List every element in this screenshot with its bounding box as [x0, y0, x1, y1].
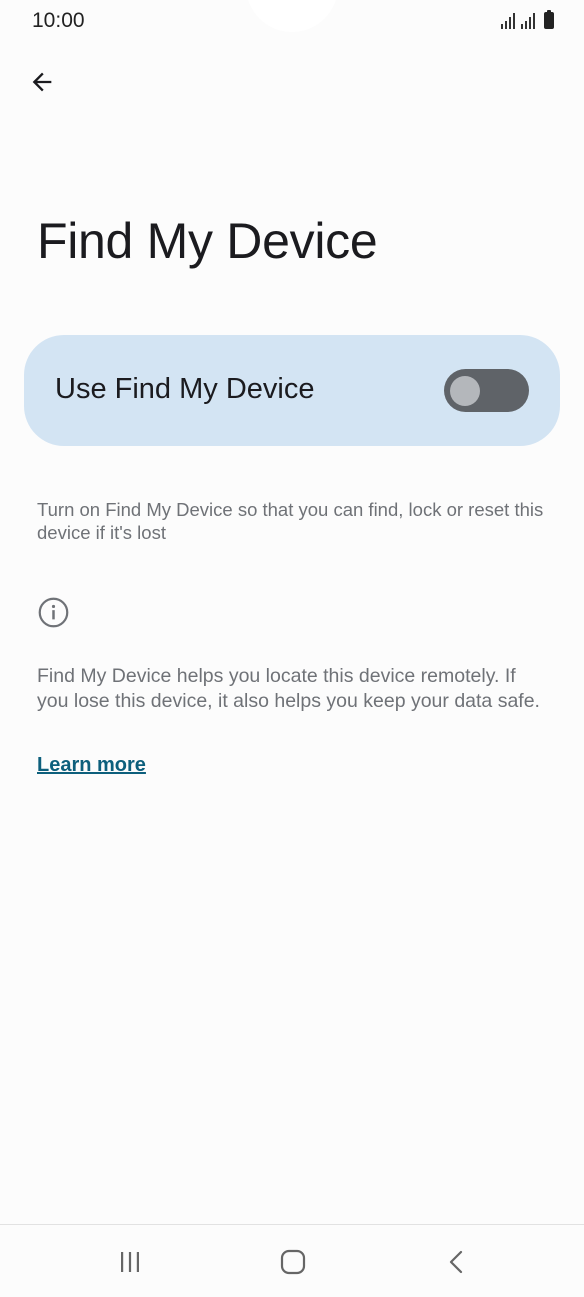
recents-icon [121, 1252, 139, 1272]
signal-icon [521, 13, 535, 29]
description-text: Turn on Find My Device so that you can f… [37, 499, 544, 543]
toggle-knob [450, 376, 480, 406]
home-icon [280, 1249, 306, 1275]
status-bar: 10:00 [0, 0, 584, 42]
arrow-back-icon [32, 72, 52, 92]
find-my-device-toggle[interactable] [444, 369, 529, 412]
camera-notch [246, 0, 338, 32]
signal-icon [501, 13, 515, 29]
main-switch-card[interactable]: Use Find My Device [24, 335, 560, 446]
main-switch-label: Use Find My Device [55, 373, 315, 405]
back-icon [449, 1250, 463, 1274]
learn-more-link[interactable]: Learn more [37, 754, 146, 777]
back-button[interactable] [22, 62, 62, 102]
info-icon [38, 597, 69, 628]
battery-icon [544, 10, 554, 29]
status-time: 10:00 [32, 9, 85, 32]
nav-back-button[interactable] [435, 1242, 479, 1282]
screen: 10:00 Find My Device Use Find My Device … [0, 0, 584, 1297]
status-icons [501, 10, 554, 29]
footer-text: Find My Device helps you locate this dev… [37, 665, 540, 712]
recents-button[interactable] [108, 1242, 152, 1282]
page-title: Find My Device [37, 213, 378, 269]
home-button[interactable] [271, 1242, 315, 1282]
navigation-bar [0, 1224, 584, 1297]
